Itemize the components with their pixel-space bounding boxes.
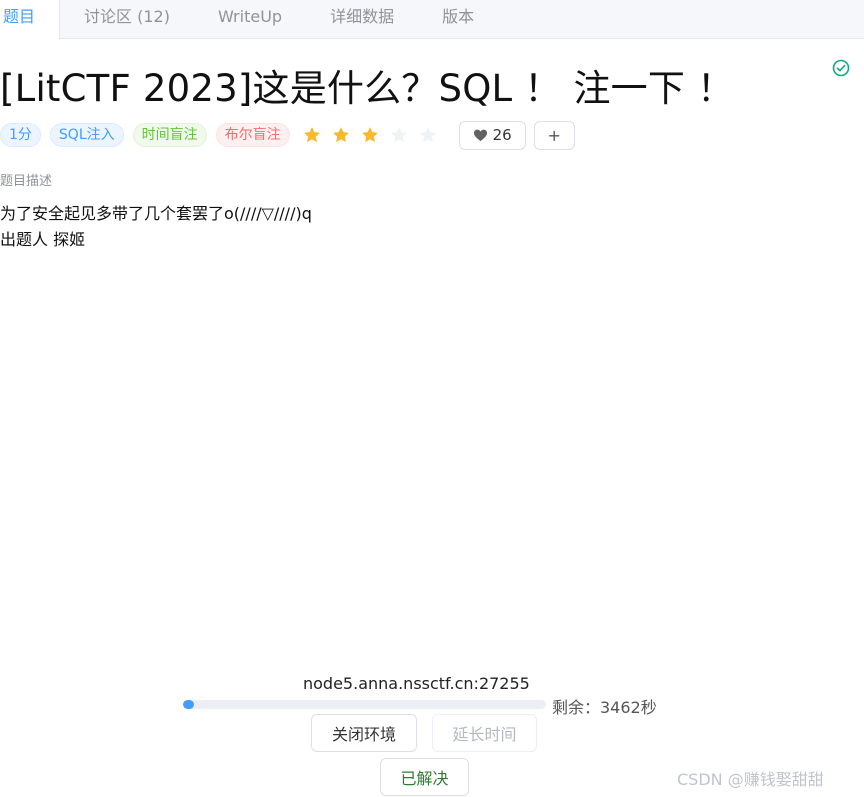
like-button[interactable]: 26	[458, 120, 526, 150]
heart-icon	[473, 129, 487, 141]
tab-bar: 题目 讨论区 (12) WriteUp 详细数据 版本	[0, 0, 864, 40]
tag-boolean-blind[interactable]: 布尔盲注	[215, 123, 290, 147]
description-line: 为了安全起见多带了几个套罢了o(////▽////)q	[0, 204, 312, 223]
tag-sql-injection[interactable]: SQL注入	[49, 123, 124, 147]
tab-discussion[interactable]: 讨论区 (12)	[60, 0, 194, 39]
difficulty-rating	[302, 125, 447, 145]
star-empty-icon[interactable]	[389, 125, 409, 145]
description-author: 出题人 探姬	[0, 230, 86, 249]
challenge-meta: 1分 SQL注入 时间盲注 布尔盲注 26 +	[0, 120, 575, 150]
star-filled-icon[interactable]	[302, 125, 322, 145]
remaining-time: 剩余：3462秒	[552, 698, 657, 717]
extend-time-button[interactable]: 延长时间	[432, 714, 537, 752]
tab-version[interactable]: 版本	[418, 0, 498, 39]
like-count: 26	[492, 126, 512, 144]
close-environment-button[interactable]: 关闭环境	[311, 714, 417, 752]
tag-time-blind[interactable]: 时间盲注	[132, 123, 207, 147]
add-button[interactable]: +	[533, 120, 575, 150]
time-progress-bar	[183, 700, 546, 709]
challenge-title: [LitCTF 2023]这是什么？SQL ！ 注一下 ！	[0, 67, 735, 110]
star-filled-icon[interactable]	[360, 125, 380, 145]
solved-check-icon	[832, 59, 850, 77]
tab-challenge[interactable]: 题目	[0, 0, 61, 40]
environment-host[interactable]: node5.anna.nssctf.cn:27255	[303, 674, 530, 693]
tab-writeup[interactable]: WriteUp	[194, 0, 306, 39]
tab-details[interactable]: 详细数据	[306, 0, 418, 39]
solved-button[interactable]: 已解决	[380, 758, 469, 796]
score-tag[interactable]: 1分	[0, 123, 41, 147]
star-empty-icon[interactable]	[418, 125, 438, 145]
time-progress-fill	[183, 700, 194, 709]
description-label: 题目描述	[0, 174, 53, 189]
challenge-description: 为了安全起见多带了几个套罢了o(////▽////)q 出题人 探姬	[0, 201, 312, 253]
star-filled-icon[interactable]	[331, 125, 351, 145]
watermark: CSDN @赚钱娶甜甜	[677, 770, 824, 789]
